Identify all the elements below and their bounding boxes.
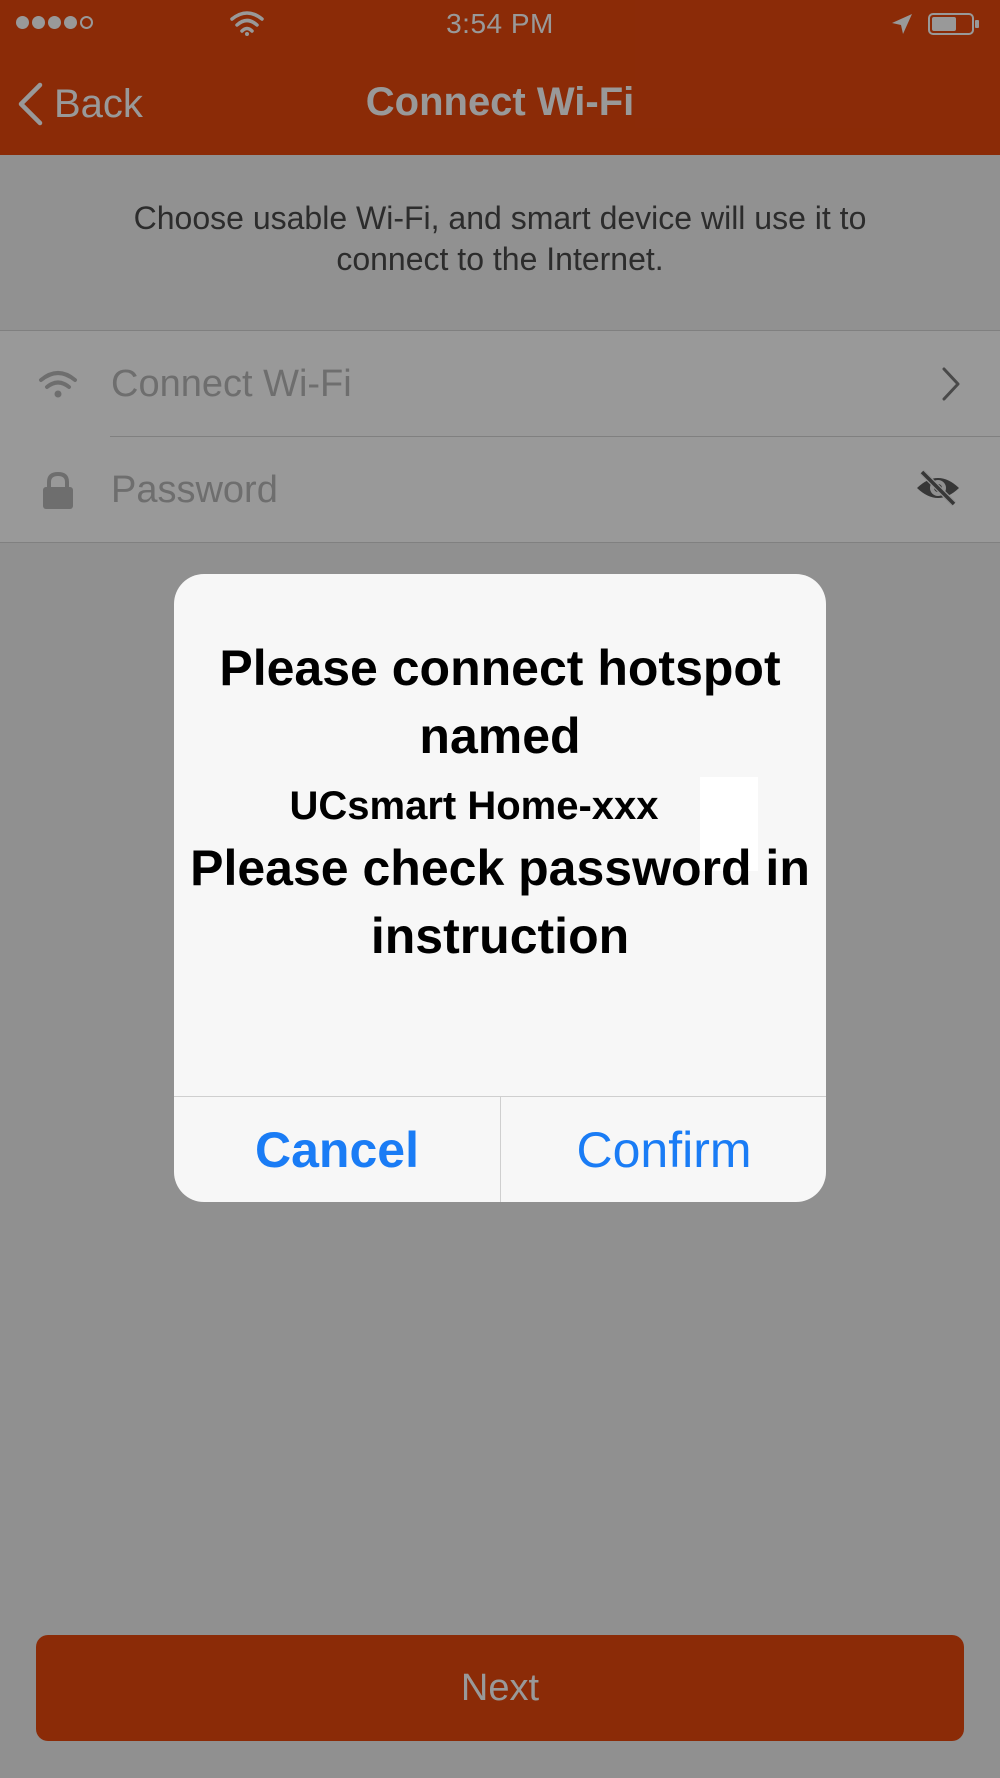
- dialog-message-line2: Please check password in instruction: [190, 840, 810, 964]
- confirm-button[interactable]: Confirm: [501, 1097, 826, 1202]
- dialog-message-line1: Please connect hotspot named: [219, 640, 781, 764]
- cancel-button[interactable]: Cancel: [174, 1097, 500, 1202]
- alert-dialog: Please connect hotspot named UCsmart Hom…: [174, 574, 826, 1202]
- dialog-hotspot-name: UCsmart Home-xxx: [289, 784, 659, 828]
